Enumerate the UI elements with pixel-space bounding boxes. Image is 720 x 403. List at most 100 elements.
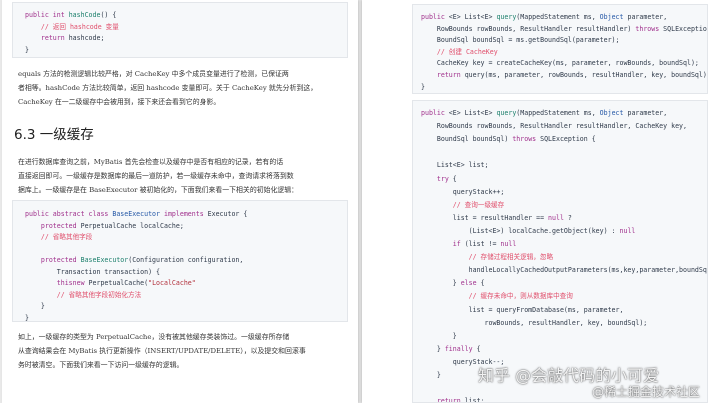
code-token: // 创建 CacheKey [436,47,498,56]
code-line: Transaction transaction) { [25,267,160,277]
code-token: (Configuration configuration, [128,256,244,264]
code-line: return hashcode; [25,33,105,43]
code-line: } [25,45,29,55]
paragraph-cachekey-summary: equals 方法的枪测逻辑比较严格，对 CacheKey 中多个成员变量进行了… [18,67,317,109]
code-line: } [421,331,457,341]
code-token: class [88,210,113,218]
code-line: public <E> List<E> query(MappedStatement… [421,108,667,118]
code-token: throws [512,135,541,144]
code-token: else [460,279,481,288]
code-line: (List<E>) localCache.getObject(key) : nu… [421,226,636,236]
code-block-query-cachekey: public <E> List<E> query(MappedStatement… [412,4,708,94]
code-token: } [25,313,29,322]
code-block-query-local-cache: public <E> List<E> query(MappedStatement… [412,100,708,403]
code-token: SQLException { [663,24,708,33]
code-token: RowBounds rowBounds, ResultHandler resul… [421,24,636,33]
code-token: } [421,279,461,288]
code-line: handleLocallyCachedOutputParameters(ms,k… [421,265,707,275]
code-token: hashCode [68,11,101,19]
paragraph-line: 如上，一级缓存的类型为 PerpetualCache，没有被其他缓存类装饰过。一… [18,333,290,341]
code-token: // 缓存未命中，则从数据库中查询 [468,292,573,301]
code-token: } [421,371,441,379]
code-line: // 省略其他字段初始化方法 [25,290,141,300]
code-token: RowBounds rowBounds, ResultHandler resul… [421,122,687,131]
paragraph-line: 直接返回即可。一级缓存是数据库的最后一道防护，若一级缓存未命中，查询请求将落到数 [18,172,294,180]
code-token: PerpetualCache localCache; [80,221,184,230]
code-line: BoundSql boundSql = ms.getBoundSql(param… [421,35,620,45]
code-token: } [421,82,425,91]
code-token: new [72,279,89,287]
code-token: (MappedStatement ms, [516,109,600,117]
code-token: } [25,45,29,54]
code-token: list = queryFromDatabase(ms, parameter, [421,305,624,314]
code-token: throws [635,24,664,33]
code-token: () { [100,11,117,19]
code-token: (list != [464,240,501,248]
paragraph-line: equals 方法的枪测逻辑比较严格，对 CacheKey 中多个成员变量进行了… [18,70,289,78]
paragraph-line: 者相等。hashCode 方法比较简单，返回 hashcode 变量即可。关于 … [18,84,318,92]
code-token: query(ms, parameter, rowBounds, resultHa… [464,71,708,79]
code-token: return [40,34,69,42]
code-token: BoundSql boundSql) [421,135,513,144]
code-token: PerpetualCache( [88,279,149,287]
paragraph-perpetual-cache: 如上，一级缓存的类型为 PerpetualCache，没有被其他缓存类装饰过。一… [18,330,306,372]
code-token: { [480,279,485,288]
code-token: // 存储过程相关逻辑，忽略 [468,253,554,262]
code-token: BaseExecutor [112,210,164,218]
code-token: (List<E>) localCache.getObject(key) : [421,226,620,235]
code-line: } [421,82,425,92]
code-line: thisnew PerpetualCache("LocalCache" [25,278,196,288]
code-line: public <E> List<E> query(MappedStatement… [421,12,667,22]
code-line: list = resultHandler == null ? [421,213,572,223]
code-line: RowBounds rowBounds, ResultHandler resul… [421,121,687,131]
code-line: } finally { [421,344,481,354]
code-line: try { [421,174,457,184]
code-line: return list; [421,396,485,403]
code-line: public int hashCode() { [25,10,116,20]
paragraph-line: 据库上。一级缓存是在 BaseExecutor 被初始化的，下面我们来看一下相关… [18,186,299,194]
code-token: { [476,344,481,353]
code-token: // 返回 hashcode 变量 [40,22,119,31]
code-token: Executor { [207,210,248,218]
code-token: <E> List<E> [448,13,497,21]
code-token: } [421,331,457,340]
code-line: } [25,313,29,322]
code-token: CacheKey key = createCacheKey(ms, parame… [421,59,699,68]
code-token: return [436,397,465,403]
code-token: BoundSql boundSql = ms.getBoundSql(param… [421,36,620,45]
code-line: CacheKey key = createCacheKey(ms, parame… [421,58,699,68]
code-token: try [436,174,453,183]
code-token: hashcode; [68,34,105,42]
code-token: finally [444,344,477,353]
section-heading: 6.3 一级缓存 [14,127,94,143]
code-token: public [25,11,53,19]
code-token: (MappedStatement ms, [516,13,600,21]
code-line: protected PerpetualCache localCache; [25,221,184,231]
code-line: } else { [421,278,485,288]
code-token: this [56,279,73,287]
code-line: if (list != null [421,239,517,249]
code-line: rowBounds, resultHandler, key, boundSql)… [421,318,648,328]
code-token: { [452,174,457,183]
code-token: protected [40,221,81,230]
code-block-base-executor: public abstract class BaseExecutor imple… [12,200,348,322]
code-token: list; [464,397,485,403]
code-token: null [500,240,517,248]
code-token: "LocalCache" [148,279,196,287]
code-token: public [25,210,53,218]
code-token: ? [567,213,572,222]
code-line: } [25,301,45,311]
code-token: Object [599,13,628,21]
code-token: Object [599,109,628,117]
code-line: // 创建 CacheKey [421,47,498,57]
code-token: // 省略其他字段初始化方法 [56,290,142,299]
